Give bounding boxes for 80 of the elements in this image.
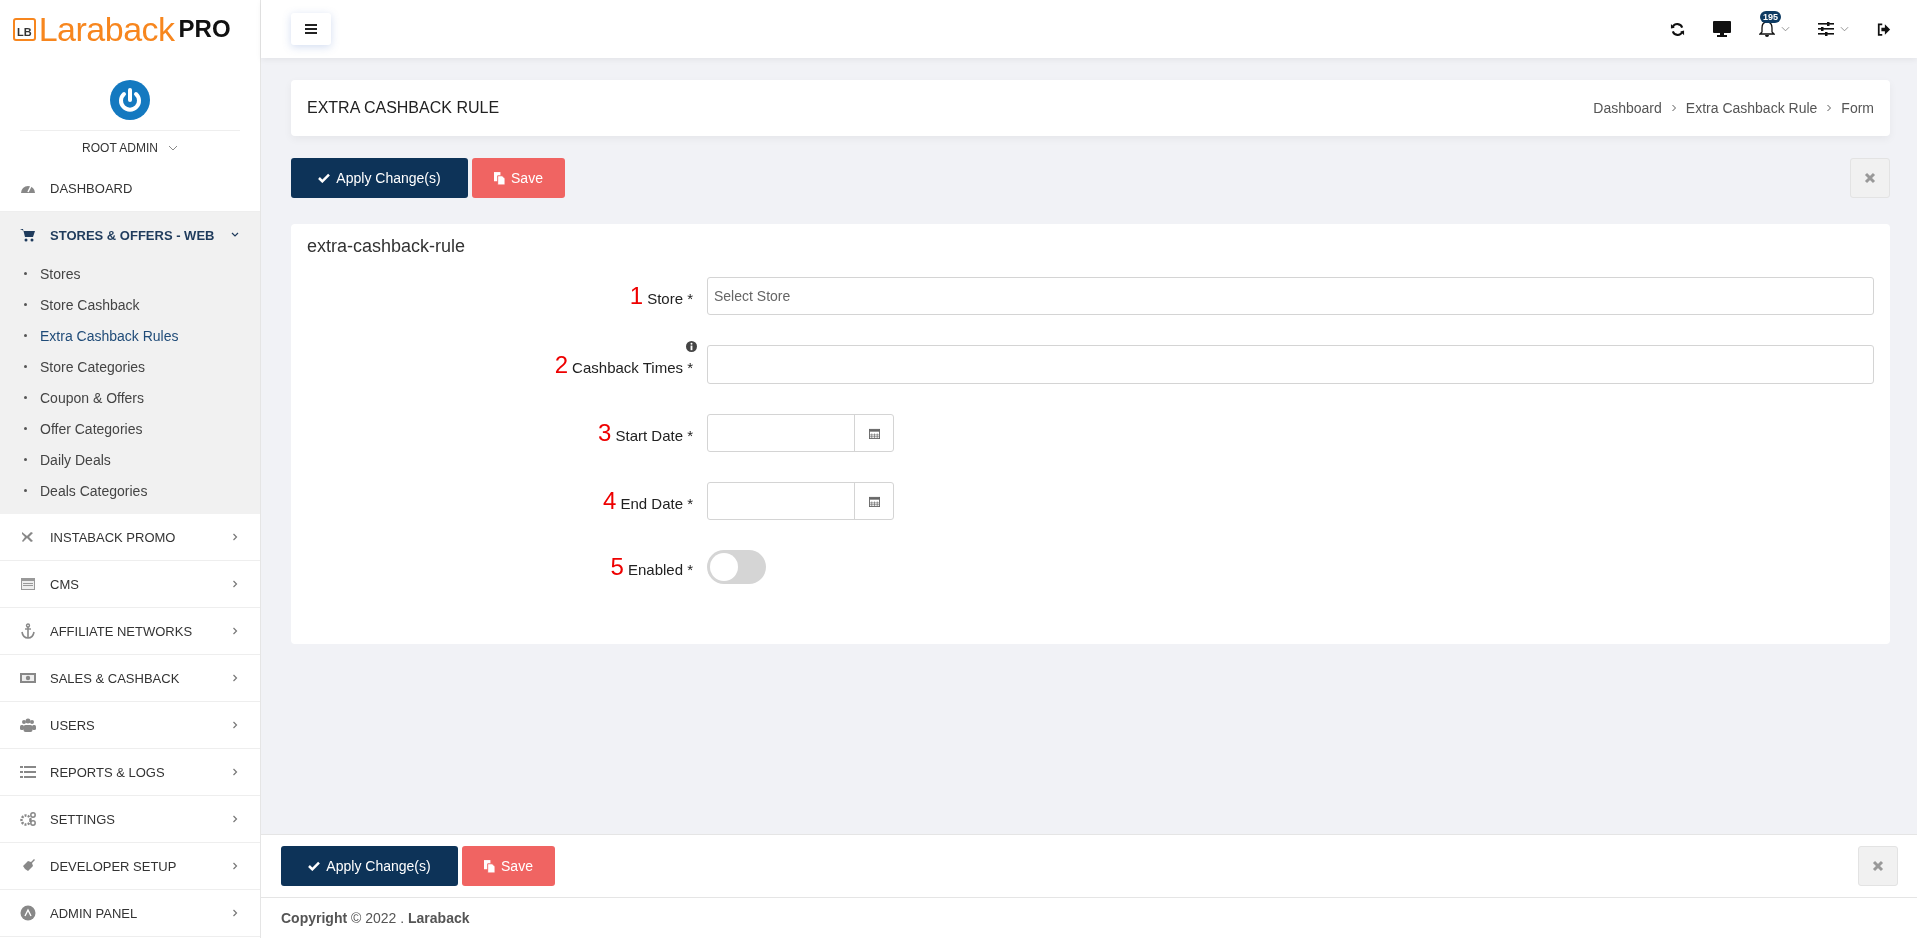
store-select[interactable]: Select Store xyxy=(707,277,1874,315)
anchor-icon xyxy=(20,623,36,639)
logo-suffix: PRO xyxy=(178,15,231,43)
check-icon xyxy=(318,173,331,183)
annotation-number: 2 xyxy=(554,350,569,379)
field-label: End Date * xyxy=(620,495,693,512)
money-icon xyxy=(20,670,36,686)
bullet-icon xyxy=(24,365,27,368)
bullet-icon xyxy=(24,458,27,461)
caret-icon[interactable] xyxy=(167,145,178,151)
close-icon xyxy=(1872,860,1884,872)
toggle-switch[interactable] xyxy=(707,550,766,584)
close-button[interactable] xyxy=(1850,158,1890,198)
chevron-right-icon xyxy=(230,579,240,589)
calendar-icon[interactable] xyxy=(868,427,880,439)
logo-name: Laraback xyxy=(38,9,175,49)
annotation-number: 1 xyxy=(629,282,644,310)
apply-changes-button[interactable]: Apply Change(s) xyxy=(281,846,458,886)
form-title: extra-cashback-rule xyxy=(307,236,467,257)
breadcrumb-link[interactable]: Dashboard xyxy=(1593,100,1662,116)
submenu-item[interactable]: Stores xyxy=(0,258,260,289)
copy-icon xyxy=(484,859,496,873)
bullet-icon xyxy=(24,427,27,430)
annotation-number: 4 xyxy=(603,487,617,515)
close-button[interactable] xyxy=(1858,846,1898,886)
page-title: EXTRA CASHBACK RULE xyxy=(307,99,500,117)
calendar-icon[interactable] xyxy=(868,495,880,507)
submenu-item[interactable]: Deals Categories xyxy=(0,475,260,506)
cart-icon xyxy=(20,227,36,243)
date-field[interactable] xyxy=(707,414,894,452)
chevron-right-icon xyxy=(230,626,240,636)
submenu-item[interactable]: Daily Deals xyxy=(0,444,260,475)
bullet-icon xyxy=(24,272,27,275)
monitor-icon[interactable] xyxy=(1713,21,1731,37)
bullet-icon xyxy=(24,489,27,492)
menu-icon xyxy=(305,24,317,34)
bullet-icon xyxy=(24,303,27,306)
field-label: Cashback Times * xyxy=(572,358,693,376)
copyright-text: Copyright © 2022 . Laraback xyxy=(281,910,470,926)
power-avatar-icon[interactable] xyxy=(110,80,150,120)
chevron-right-icon xyxy=(1670,104,1677,112)
logout-icon[interactable] xyxy=(1877,22,1891,36)
circle-icon xyxy=(20,905,36,921)
submenu-item[interactable]: Offer Categories xyxy=(0,413,260,444)
list-icon xyxy=(20,764,36,780)
close-icon xyxy=(1864,172,1876,184)
annotation-number: 3 xyxy=(598,419,612,447)
chevron-right-icon xyxy=(1826,104,1833,112)
logo-mark: LB xyxy=(13,17,36,41)
user-name[interactable]: ROOT ADMIN xyxy=(82,141,158,155)
breadcrumb-link[interactable]: Extra Cashback Rule xyxy=(1685,100,1818,116)
input-field[interactable] xyxy=(707,345,1874,384)
bullet-icon xyxy=(24,396,27,399)
notification-count: 195 xyxy=(1760,11,1782,23)
apply-changes-button[interactable]: Apply Change(s) xyxy=(291,158,468,198)
chevron-right-icon xyxy=(230,814,240,824)
date-field[interactable] xyxy=(707,482,894,520)
check-icon xyxy=(308,861,321,871)
submenu-item[interactable]: Coupon & Offers xyxy=(0,382,260,413)
bell-icon[interactable] xyxy=(1759,21,1775,37)
info-icon[interactable] xyxy=(686,340,697,352)
refresh-icon[interactable] xyxy=(1670,21,1685,37)
bullet-icon xyxy=(24,334,27,337)
submenu-item[interactable]: Store Categories xyxy=(0,351,260,382)
copy-icon xyxy=(494,171,506,185)
submenu-item[interactable]: Extra Cashback Rules xyxy=(0,320,260,351)
field-label: Store * xyxy=(647,290,693,307)
field-label: Enabled * xyxy=(627,561,693,578)
chevron-right-icon xyxy=(230,720,240,730)
chevron-right-icon xyxy=(230,861,240,871)
sliders-icon[interactable] xyxy=(1818,22,1834,36)
menu-button[interactable] xyxy=(291,13,331,45)
chevron-right-icon xyxy=(230,673,240,683)
annotation-number: 5 xyxy=(610,553,624,581)
chevron-right-icon xyxy=(230,767,240,777)
window-icon xyxy=(20,576,36,592)
submenu-item[interactable]: Store Cashback xyxy=(0,289,260,320)
chevron-right-icon xyxy=(230,908,240,918)
field-label: Start Date * xyxy=(615,427,693,444)
chevron-right-icon xyxy=(230,532,240,542)
